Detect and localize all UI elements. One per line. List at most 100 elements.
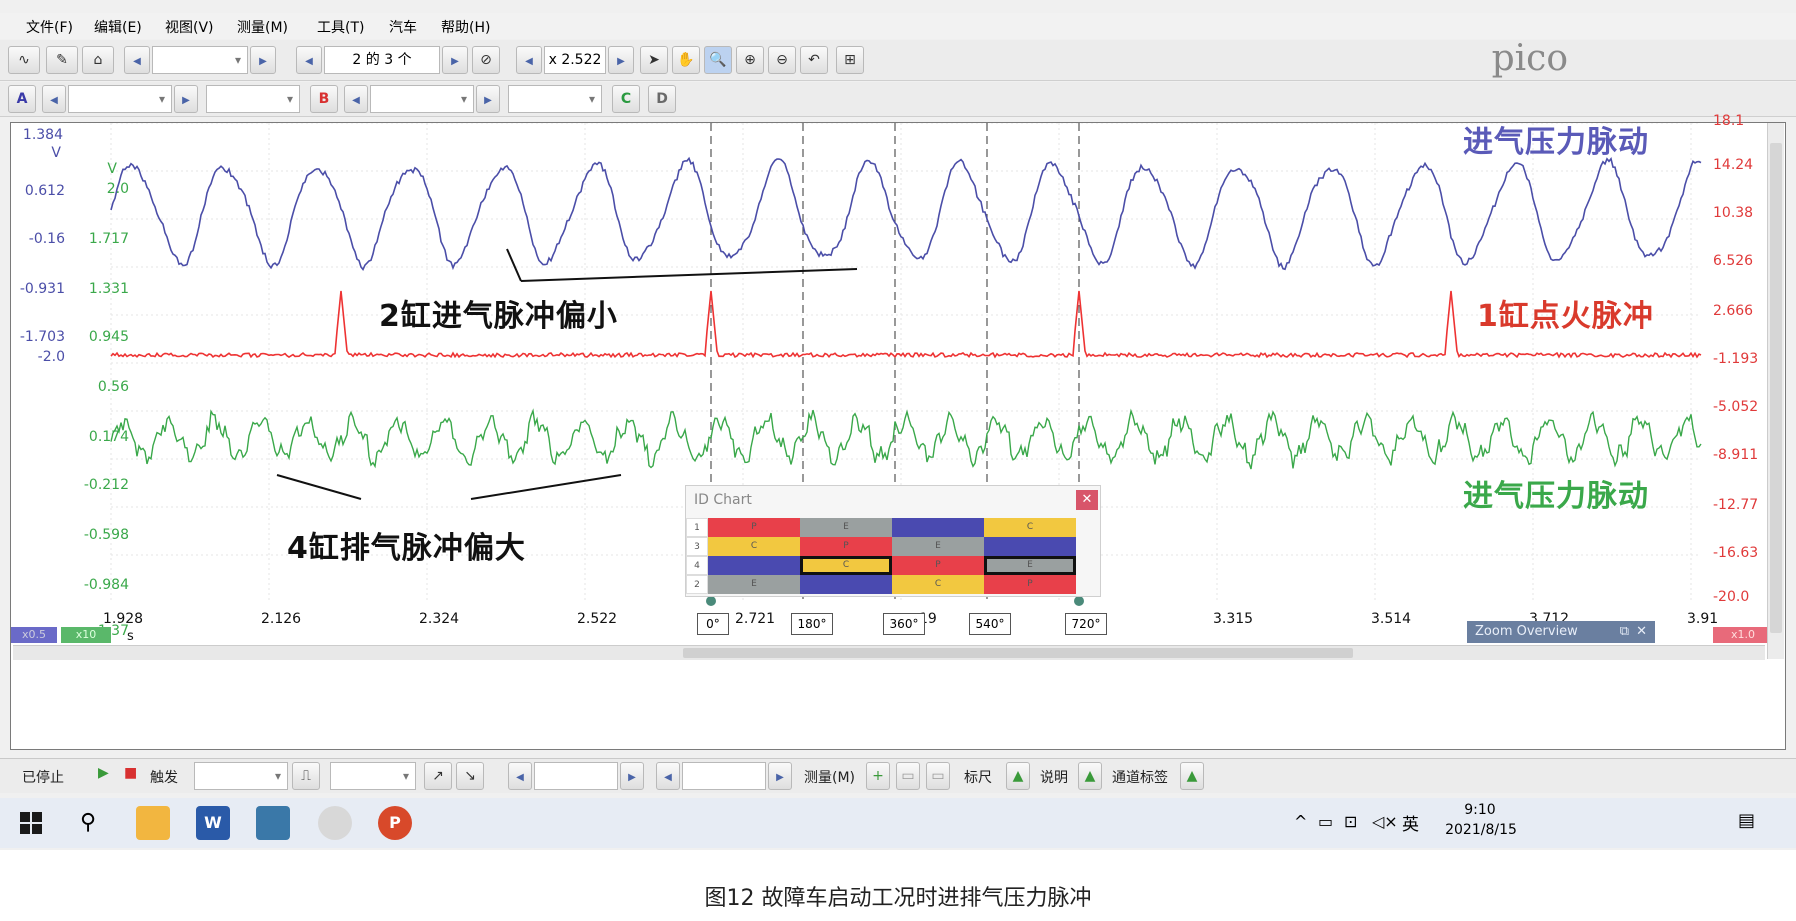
zoom-overview-dock-icon[interactable]: ⧉ <box>1620 621 1629 643</box>
scope-plot-area[interactable]: 1.384 V 0.612 -0.16 -0.931 -1.703 V 2.0 … <box>10 113 1786 750</box>
powerpoint-icon[interactable]: P <box>378 806 412 840</box>
vertical-scrollbar[interactable] <box>1767 123 1784 659</box>
zoom-overview-icon[interactable]: ⊞ <box>836 46 864 74</box>
picoscope-icon[interactable] <box>256 806 290 840</box>
stop-icon[interactable]: ■ <box>124 765 137 781</box>
angle-marker-180[interactable]: 180° <box>791 613 833 635</box>
channel-b-button[interactable]: B <box>310 85 338 113</box>
id-chart-row-label: 4 <box>686 556 708 575</box>
channel-a-range-up[interactable] <box>174 85 198 113</box>
zoom-in-step-button[interactable] <box>608 46 634 74</box>
axis-a-top-label: 1.384 <box>22 127 63 143</box>
channel-a-coupling-select[interactable] <box>206 85 300 113</box>
angle-marker-720[interactable]: 720° <box>1065 613 1107 635</box>
picodiagnostics-icon[interactable] <box>318 806 352 840</box>
timebase-select[interactable] <box>152 46 248 74</box>
pico-app-window: 文件(F) 编辑(E) 视图(V) 测量(M) 工具(T) 汽车 帮助(H) ∿… <box>0 0 1796 850</box>
zoom-level[interactable]: x 2.522 <box>544 46 606 74</box>
channel-a-scale-badge[interactable]: x0.5 <box>11 627 57 643</box>
start-icon[interactable]: ▶ <box>98 765 109 781</box>
prev-buffer-button[interactable] <box>296 46 322 74</box>
add-measure-icon[interactable]: + <box>866 762 890 790</box>
threshold-field[interactable] <box>534 762 618 790</box>
id-chart-highlight-box <box>800 556 892 575</box>
buffer-navigator-icon[interactable]: ⊘ <box>472 46 500 74</box>
word-icon[interactable]: W <box>196 806 230 840</box>
zoom-in-icon[interactable]: ⊕ <box>736 46 764 74</box>
ime-indicator[interactable]: 英 <box>1402 810 1419 835</box>
windows-start-icon[interactable] <box>20 812 42 834</box>
id-chart-cell: E <box>892 537 984 556</box>
channel-a-button[interactable]: A <box>8 85 36 113</box>
menu-automotive[interactable]: 汽车 <box>389 17 417 37</box>
channel-b-range-up[interactable] <box>476 85 500 113</box>
prev-timebase-button[interactable] <box>124 46 150 74</box>
zoom-out-icon[interactable]: ⊖ <box>768 46 796 74</box>
main-toolbar: ∿ ✎ ⌂ 2 的 3 个 ⊘ x 2.522 ➤ ✋ 🔍 ⊕ ⊖ ↶ ⊞ pi… <box>0 40 1796 81</box>
zoom-overview-close-icon[interactable]: ✕ <box>1636 621 1647 643</box>
edit-measure-icon[interactable]: ▭ <box>896 762 920 790</box>
notification-icon[interactable]: ▤ <box>1738 810 1755 831</box>
angle-marker-540[interactable]: 540° <box>969 613 1011 635</box>
note-toggle-icon[interactable]: ▲ <box>1078 762 1102 790</box>
file-explorer-icon[interactable] <box>136 806 170 840</box>
vertical-scroll-thumb[interactable] <box>1770 143 1782 633</box>
tray-chevron-icon[interactable]: ^ <box>1294 812 1307 831</box>
menu-tools[interactable]: 工具(T) <box>317 17 364 37</box>
falling-edge-icon[interactable]: ↘ <box>456 762 484 790</box>
menu-measure[interactable]: 测量(M) <box>237 17 288 37</box>
channel-b-range-down[interactable] <box>344 85 368 113</box>
next-buffer-button[interactable] <box>442 46 468 74</box>
id-chart-panel[interactable]: ID Chart ✕ 1PEC3CPE4CPE2ECP <box>685 485 1101 597</box>
channel-a-range-select[interactable] <box>68 85 172 113</box>
menu-file[interactable]: 文件(F) <box>26 17 73 37</box>
trigger-edge-icon[interactable]: ⎍ <box>292 762 320 790</box>
clock-time[interactable]: 9:10 <box>1440 802 1520 818</box>
channel-d-button[interactable]: D <box>648 85 676 113</box>
hand-tool-icon[interactable]: ✋ <box>672 46 700 74</box>
ruler-toggle-icon[interactable]: ▲ <box>1006 762 1030 790</box>
channel-b-coupling-select[interactable] <box>508 85 602 113</box>
channel-b-range-select[interactable] <box>370 85 474 113</box>
channel-c-button[interactable]: C <box>612 85 640 113</box>
delete-measure-icon[interactable]: ▭ <box>926 762 950 790</box>
axis-b-tick: -1.193 <box>1713 351 1759 367</box>
probe-icon[interactable]: ✎ <box>46 46 78 74</box>
threshold-up-button[interactable] <box>620 762 644 790</box>
trigger-mode-select[interactable] <box>194 762 288 790</box>
horizontal-scroll-thumb[interactable] <box>683 648 1353 658</box>
menu-edit[interactable]: 编辑(E) <box>94 17 142 37</box>
menu-view[interactable]: 视图(V) <box>165 17 214 37</box>
channel-a-range-down[interactable] <box>42 85 66 113</box>
zoom-overview-panel[interactable]: Zoom Overview ⧉ ✕ <box>1467 621 1655 643</box>
horizontal-scrollbar[interactable] <box>13 645 1765 660</box>
clock-date[interactable]: 2021/8/15 <box>1426 822 1536 838</box>
pretrigger-up-button[interactable] <box>768 762 792 790</box>
angle-cursor-handle <box>706 596 716 606</box>
undo-zoom-icon[interactable]: ↶ <box>800 46 828 74</box>
menu-help[interactable]: 帮助(H) <box>441 17 490 37</box>
angle-marker-360[interactable]: 360° <box>883 613 925 635</box>
zoom-out-step-button[interactable] <box>516 46 542 74</box>
channel-c-scale-badge[interactable]: x10 <box>61 627 111 643</box>
battery-icon[interactable]: ▭ <box>1318 812 1333 831</box>
scope-mode-icon[interactable]: ∿ <box>8 46 40 74</box>
angle-marker-0[interactable]: 0° <box>697 613 729 635</box>
zoom-select-icon[interactable]: 🔍 <box>704 46 732 74</box>
network-icon[interactable]: ⊡ <box>1344 812 1357 831</box>
home-icon[interactable]: ⌂ <box>82 46 114 74</box>
next-timebase-button[interactable] <box>250 46 276 74</box>
buffer-indicator[interactable]: 2 的 3 个 <box>324 46 440 74</box>
rising-edge-icon[interactable]: ↗ <box>424 762 452 790</box>
search-icon[interactable]: ⚲ <box>80 810 96 835</box>
threshold-down-button[interactable] <box>508 762 532 790</box>
id-chart-close-icon[interactable]: ✕ <box>1076 490 1098 510</box>
axis-d-tick: -0.212 <box>83 477 129 493</box>
channel-b-scale-badge[interactable]: x1.0 <box>1713 627 1773 643</box>
pointer-icon[interactable]: ➤ <box>640 46 668 74</box>
channel-label-toggle-icon[interactable]: ▲ <box>1180 762 1204 790</box>
pretrigger-field[interactable] <box>682 762 766 790</box>
pretrigger-down-button[interactable] <box>656 762 680 790</box>
trigger-source-select[interactable] <box>330 762 416 790</box>
volume-icon[interactable]: ◁× <box>1372 812 1398 831</box>
